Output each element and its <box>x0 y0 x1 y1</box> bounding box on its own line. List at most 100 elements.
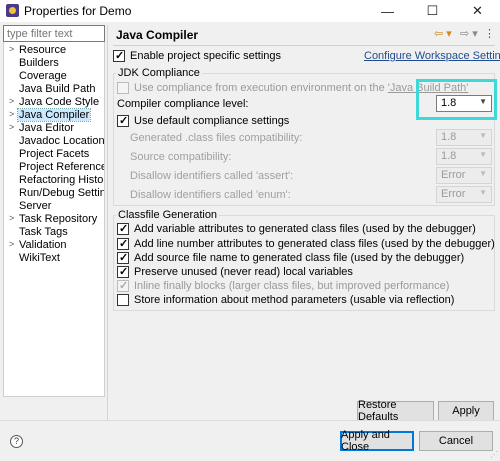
tree-item-label: Run/Debug Settings <box>19 187 105 199</box>
chevron-down-icon: ▼ <box>479 188 487 197</box>
tree-item[interactable]: > Java Code Style <box>4 96 104 109</box>
tree-item-label: Java Build Path <box>19 83 96 95</box>
apply-button[interactable]: Apply <box>438 401 494 421</box>
chevron-down-icon: ▼ <box>479 131 487 140</box>
tree-item[interactable]: Project References <box>4 161 104 174</box>
assert-identifiers-select[interactable]: Error ▼ <box>436 167 492 184</box>
tree-item-label: Task Repository <box>19 213 98 225</box>
tree-item-label: Java Editor <box>19 122 75 134</box>
enum-identifiers-label: Disallow identifiers called 'enum': <box>130 189 291 201</box>
checkbox-box <box>113 49 125 62</box>
generated-compat-label: Generated .class files compatibility: <box>130 132 303 144</box>
tree-item-label: Java Compiler <box>16 108 92 122</box>
tree-item-label: Java Code Style <box>19 96 100 108</box>
checkbox-label: Store information about method parameter… <box>134 294 455 306</box>
expand-arrow-icon[interactable]: > <box>9 239 14 249</box>
checkbox-box <box>117 265 129 278</box>
checkbox-label: Use compliance from execution environmen… <box>134 82 388 94</box>
tree-item[interactable]: > Resource <box>4 44 104 57</box>
chevron-down-icon: ▼ <box>479 150 487 159</box>
close-button[interactable]: ✕ <box>455 0 500 22</box>
tree-item[interactable]: Refactoring History <box>4 174 104 187</box>
restore-defaults-button[interactable]: Restore Defaults <box>357 399 434 423</box>
checkbox-box <box>117 251 129 264</box>
expand-arrow-icon[interactable]: > <box>9 96 14 106</box>
tree-item[interactable]: Builders <box>4 57 104 70</box>
assert-identifiers-label: Disallow identifiers called 'assert': <box>130 170 294 182</box>
checkbox-label: Add source file name to generated class … <box>134 252 465 264</box>
enum-identifiers-select[interactable]: Error ▼ <box>436 186 492 203</box>
app-icon <box>6 4 19 17</box>
tree-item[interactable]: Project Facets <box>4 148 104 161</box>
tree-item-label: Resource <box>19 44 67 56</box>
maximize-button[interactable]: ☐ <box>410 0 455 22</box>
select-value: 1.8 <box>441 131 457 143</box>
tree-item-label: Project Facets <box>19 148 90 160</box>
tree-item[interactable]: WikiText <box>4 252 104 265</box>
title-separator <box>113 45 495 46</box>
tree-item-label: Javadoc Location <box>19 135 105 147</box>
checkbox-label: Add line number attributes to generated … <box>134 238 495 250</box>
checkbox-box <box>117 237 129 250</box>
tree-item[interactable]: > Java Editor <box>4 122 104 135</box>
tree-item[interactable]: Coverage <box>4 70 104 83</box>
tree-item[interactable]: Run/Debug Settings <box>4 187 104 200</box>
select-value: Error <box>441 169 466 181</box>
resize-grip-icon[interactable]: ⋰ <box>490 450 498 459</box>
select-value: 1.8 <box>441 150 457 162</box>
checkbox-label: Enable project specific settings <box>130 50 282 62</box>
checkbox-box <box>117 82 129 94</box>
source-compat-select[interactable]: 1.8 ▼ <box>436 148 492 165</box>
checkbox-label: Use default compliance settings <box>134 115 290 127</box>
tree-item[interactable]: Task Tags <box>4 226 104 239</box>
view-menu-icon[interactable]: ⋮ <box>484 27 495 40</box>
generated-compat-select[interactable]: 1.8 ▼ <box>436 129 492 146</box>
compliance-level-label: Compiler compliance level: <box>117 98 249 110</box>
page-title: Java Compiler <box>116 28 199 42</box>
checkbox-label: Preserve unused (never read) local varia… <box>134 266 353 278</box>
checkbox-label: Add variable attributes to generated cla… <box>134 223 476 235</box>
filter-input[interactable] <box>3 25 105 42</box>
tree-item[interactable]: Server <box>4 200 104 213</box>
tree-item-label: Coverage <box>19 70 67 82</box>
tree-item[interactable]: > Validation <box>4 239 104 252</box>
tree-item-label: Server <box>19 200 52 212</box>
expand-arrow-icon[interactable]: > <box>9 122 14 132</box>
checkbox-box <box>117 114 129 127</box>
checkbox-box <box>117 279 129 292</box>
pane-splitter[interactable] <box>107 25 108 420</box>
minimize-button[interactable]: — <box>365 0 410 22</box>
tree-item-label: Refactoring History <box>19 174 105 186</box>
tree-item[interactable]: > Task Repository <box>4 213 104 226</box>
expand-arrow-icon[interactable]: > <box>9 109 14 119</box>
checkbox-box <box>117 294 129 306</box>
tree-item[interactable]: Java Build Path <box>4 83 104 96</box>
forward-arrow-icon[interactable]: ⇨ ▾ <box>460 27 478 40</box>
group-label: Classfile Generation <box>116 209 220 221</box>
expand-arrow-icon[interactable]: > <box>9 44 14 54</box>
source-compat-label: Source compatibility: <box>130 151 232 163</box>
tree-item-label: Validation <box>19 239 67 251</box>
tree-item-label: WikiText <box>19 252 60 264</box>
apply-and-close-button[interactable]: Apply and Close <box>340 429 414 453</box>
group-label: JDK Compliance <box>116 67 202 79</box>
category-tree: > Resource Builders Coverage Java Build Path… <box>3 42 105 397</box>
expand-arrow-icon[interactable]: > <box>9 213 14 223</box>
back-arrow-icon[interactable]: ⇦ ▾ <box>434 27 452 40</box>
tree-item-label: Task Tags <box>19 226 68 238</box>
configure-workspace-link[interactable]: Configure Workspace Settings... <box>364 50 500 62</box>
tree-item-label: Builders <box>19 57 59 69</box>
select-value: Error <box>441 188 466 200</box>
checkbox-box <box>117 222 129 235</box>
cancel-button[interactable]: Cancel <box>419 431 493 451</box>
checkbox-label: Inline finally blocks (larger class file… <box>134 280 450 292</box>
footer-separator <box>0 420 500 421</box>
tree-item[interactable]: Javadoc Location <box>4 135 104 148</box>
tree-item[interactable]: > Java Compiler <box>4 108 104 122</box>
tree-item-label: Project References <box>19 161 105 173</box>
title-bar: Properties for Demo — ☐ ✕ <box>0 0 500 22</box>
window-title: Properties for Demo <box>24 4 132 18</box>
highlight-annotation <box>416 79 497 120</box>
help-icon[interactable]: ? <box>10 435 23 448</box>
chevron-down-icon: ▼ <box>479 169 487 178</box>
